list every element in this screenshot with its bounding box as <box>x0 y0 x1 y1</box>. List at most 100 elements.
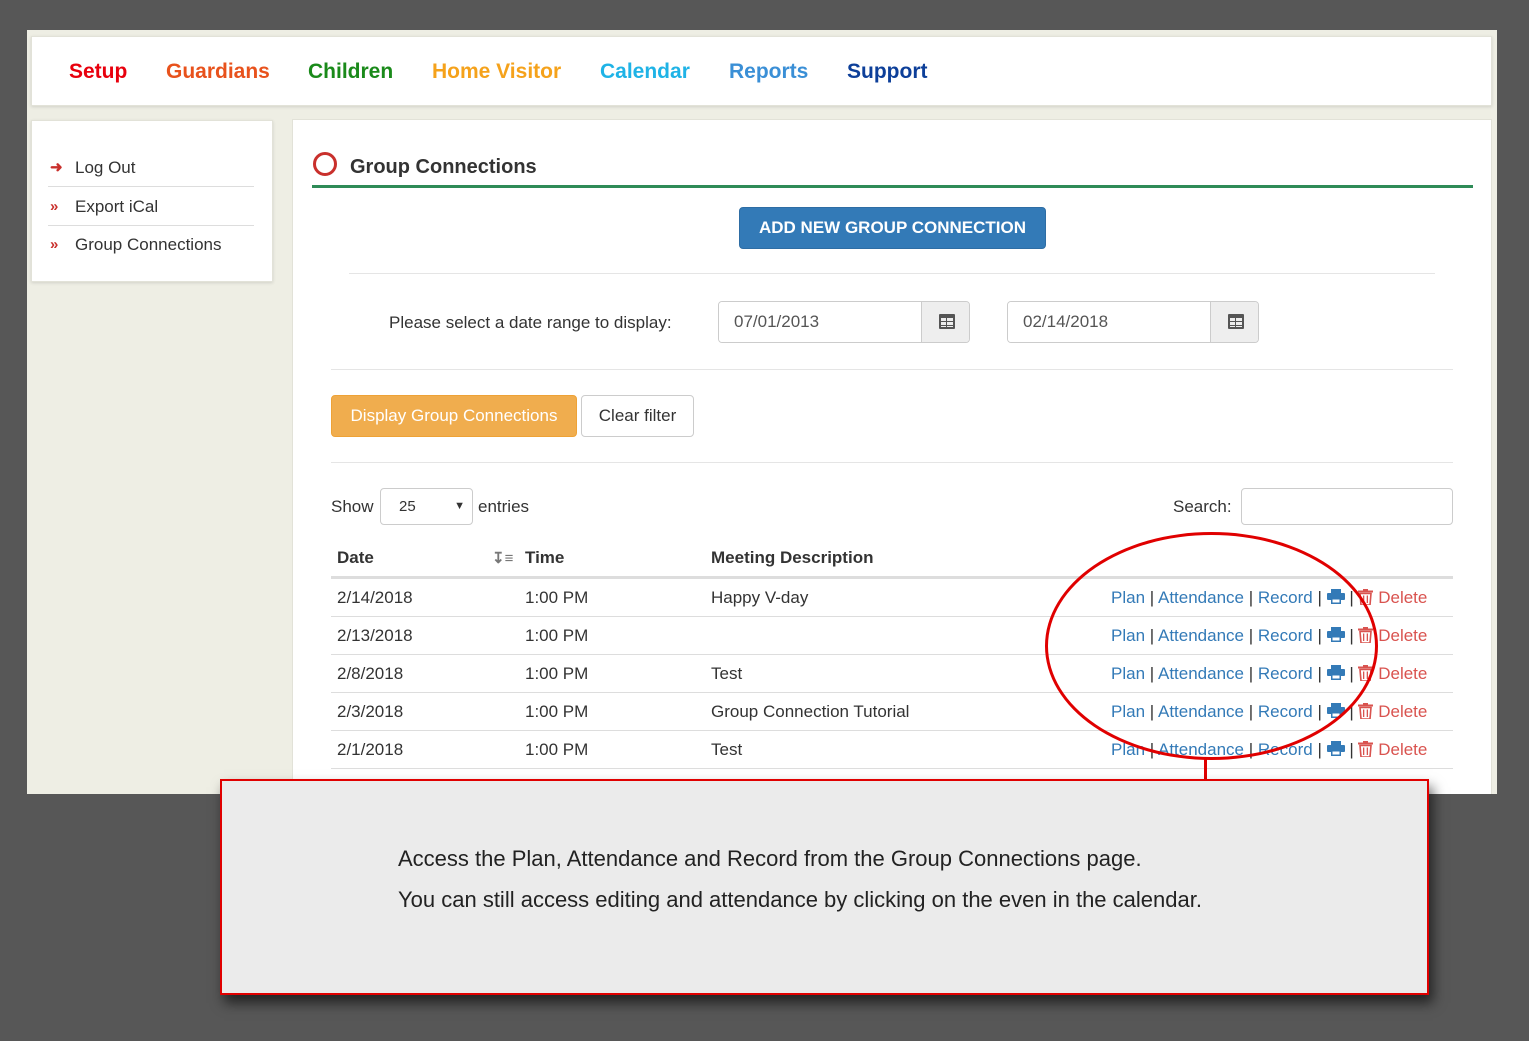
record-link[interactable]: Record <box>1258 626 1313 645</box>
separator: | <box>1248 664 1254 683</box>
entries-value: 25 <box>399 498 416 515</box>
separator: | <box>1248 702 1254 721</box>
cell-description: Test <box>711 740 743 759</box>
trash-icon[interactable] <box>1358 619 1374 644</box>
display-group-connections-button[interactable]: Display Group Connections <box>331 395 577 437</box>
start-date-input[interactable] <box>719 302 921 342</box>
nav-calendar[interactable]: Calendar <box>600 37 690 107</box>
sidebar-item-label: Group Connections <box>75 235 222 254</box>
nav-setup[interactable]: Setup <box>69 37 127 107</box>
attendance-link[interactable]: Attendance <box>1158 626 1244 645</box>
cell-date: 2/1/2018 <box>337 740 404 759</box>
table-row: 2/3/2018 1:00 PM Group Connection Tutorial… <box>331 693 1453 731</box>
start-date-group <box>718 301 970 343</box>
delete-link[interactable]: Delete <box>1378 664 1427 683</box>
cell-time: 1:00 PM <box>525 588 589 607</box>
separator: | <box>1349 664 1354 683</box>
end-date-group <box>1007 301 1259 343</box>
separator: | <box>1317 588 1322 607</box>
calendar-icon <box>1228 314 1244 329</box>
trash-icon[interactable] <box>1358 733 1374 758</box>
separator: | <box>1149 664 1155 683</box>
separator: | <box>1349 740 1354 759</box>
separator: | <box>1149 626 1155 645</box>
plan-link[interactable]: Plan <box>1111 740 1145 759</box>
nav-home-visitor[interactable]: Home Visitor <box>432 37 561 107</box>
calendar-icon <box>939 314 955 329</box>
separator: | <box>1349 702 1354 721</box>
separator: | <box>1349 588 1354 607</box>
end-date-picker-button[interactable] <box>1210 302 1258 342</box>
separator: | <box>1149 740 1155 759</box>
record-link[interactable]: Record <box>1258 740 1313 759</box>
nav-support[interactable]: Support <box>847 37 927 107</box>
callout-box: Access the Plan, Attendance and Record f… <box>220 779 1429 995</box>
attendance-link[interactable]: Attendance <box>1158 740 1244 759</box>
row-actions: Plan | Attendance | Record | | Delete <box>1111 655 1427 693</box>
plan-link[interactable]: Plan <box>1111 626 1145 645</box>
record-link[interactable]: Record <box>1258 588 1313 607</box>
cell-description: Test <box>711 664 743 683</box>
clear-filter-button[interactable]: Clear filter <box>581 395 694 437</box>
sidebar: ➜ Log Out » Export iCal » Group Connecti… <box>31 120 273 282</box>
separator: | <box>1149 702 1155 721</box>
separator: | <box>1317 626 1322 645</box>
row-actions: Plan | Attendance | Record | | Delete <box>1111 731 1427 769</box>
print-icon[interactable] <box>1326 656 1345 680</box>
divider <box>331 369 1453 370</box>
nav-children[interactable]: Children <box>308 37 393 107</box>
print-icon[interactable] <box>1326 618 1345 642</box>
sidebar-item-label: Log Out <box>75 158 136 177</box>
record-link[interactable]: Record <box>1258 702 1313 721</box>
attendance-link[interactable]: Attendance <box>1158 588 1244 607</box>
add-group-connection-button[interactable]: ADD NEW GROUP CONNECTION <box>739 207 1046 249</box>
row-actions: Plan | Attendance | Record | | Delete <box>1111 579 1427 617</box>
nav-reports[interactable]: Reports <box>729 37 808 107</box>
nav-guardians[interactable]: Guardians <box>166 37 270 107</box>
cell-time: 1:00 PM <box>525 664 589 683</box>
plan-link[interactable]: Plan <box>1111 702 1145 721</box>
search-input[interactable] <box>1241 488 1453 525</box>
plan-link[interactable]: Plan <box>1111 664 1145 683</box>
row-actions: Plan | Attendance | Record | | Delete <box>1111 617 1427 655</box>
column-header-description[interactable]: Meeting Description <box>711 548 873 568</box>
attendance-link[interactable]: Attendance <box>1158 702 1244 721</box>
plan-link[interactable]: Plan <box>1111 588 1145 607</box>
separator: | <box>1317 740 1322 759</box>
column-header-time[interactable]: Time <box>525 548 564 568</box>
entries-select[interactable]: 25 ▼ <box>380 488 473 525</box>
record-link[interactable]: Record <box>1258 664 1313 683</box>
delete-link[interactable]: Delete <box>1378 740 1427 759</box>
circle-icon <box>313 152 337 176</box>
separator: | <box>1317 702 1322 721</box>
trash-icon[interactable] <box>1358 581 1374 606</box>
start-date-picker-button[interactable] <box>921 302 969 342</box>
title-divider <box>312 185 1473 188</box>
print-icon[interactable] <box>1326 580 1345 604</box>
page-title: Group Connections <box>350 156 537 178</box>
cell-time: 1:00 PM <box>525 626 589 645</box>
column-header-date[interactable]: Date <box>337 548 374 568</box>
delete-link[interactable]: Delete <box>1378 702 1427 721</box>
trash-icon[interactable] <box>1358 695 1374 720</box>
trash-icon[interactable] <box>1358 657 1374 682</box>
double-chevron-icon: » <box>50 198 59 215</box>
sidebar-item-label: Export iCal <box>75 197 159 216</box>
separator: | <box>1149 588 1155 607</box>
sidebar-item-group-connections[interactable]: » Group Connections <box>48 226 254 264</box>
attendance-link[interactable]: Attendance <box>1158 664 1244 683</box>
cell-description: Group Connection Tutorial <box>711 702 910 721</box>
app-screenshot: Setup Guardians Children Home Visitor Ca… <box>27 30 1497 794</box>
divider <box>331 462 1453 463</box>
print-icon[interactable] <box>1326 732 1345 756</box>
end-date-input[interactable] <box>1008 302 1210 342</box>
print-icon[interactable] <box>1326 694 1345 718</box>
delete-link[interactable]: Delete <box>1378 626 1427 645</box>
delete-link[interactable]: Delete <box>1378 588 1427 607</box>
table-row: 2/1/2018 1:00 PM Test Plan | Attendance | R… <box>331 731 1453 769</box>
sidebar-item-export-ical[interactable]: » Export iCal <box>48 188 254 226</box>
separator: | <box>1349 626 1354 645</box>
sidebar-item-log-out[interactable]: ➜ Log Out <box>48 149 254 187</box>
sort-icon[interactable]: ↧≡ <box>492 549 513 567</box>
separator: | <box>1317 664 1322 683</box>
